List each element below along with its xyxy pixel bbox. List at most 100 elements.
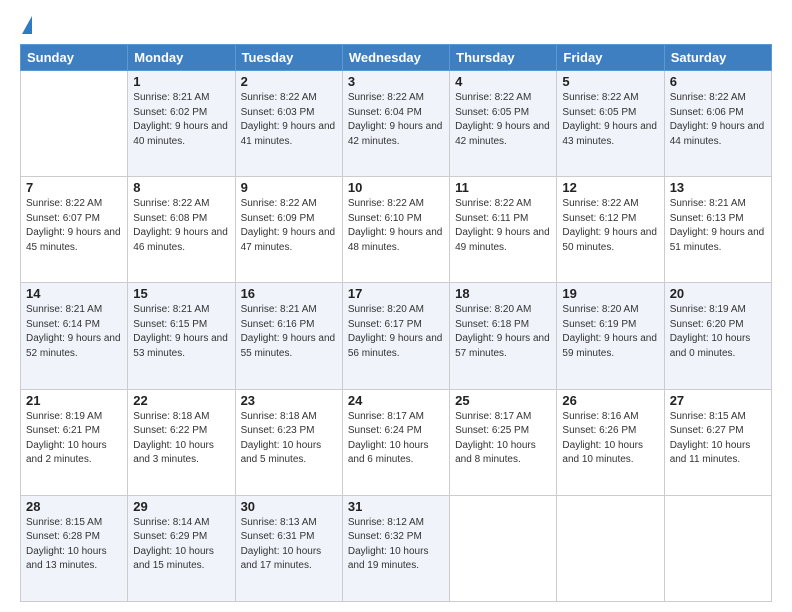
calendar-day-cell: 26 Sunrise: 8:16 AMSunset: 6:26 PMDayligh…	[557, 389, 664, 495]
calendar-day-cell: 25Sunrise: 8:17 AMSunset: 6:25 PMDayligh…	[450, 389, 557, 495]
calendar-day-cell: 1Sunrise: 8:21 AMSunset: 6:02 PMDaylight…	[128, 71, 235, 177]
calendar-day-cell: 6 Sunrise: 8:22 AMSunset: 6:06 PMDaylight…	[664, 71, 771, 177]
day-number: 19	[562, 286, 658, 301]
day-info: Sunrise: 8:13 AMSunset: 6:31 PMDaylight:…	[241, 516, 337, 574]
day-info: Sunrise: 8:21 AMSunset: 6:15 PMDaylight:…	[133, 303, 229, 361]
sunset-label: Sunset: 6:21 PM	[26, 425, 100, 436]
calendar-day-cell: 4 Sunrise: 8:22 AMSunset: 6:05 PMDaylight…	[450, 71, 557, 177]
sunrise-label: Sunrise: 8:20 AM	[455, 304, 531, 315]
sunset-label: Sunset: 6:19 PM	[562, 319, 636, 330]
calendar-day-cell: 12 Sunrise: 8:22 AMSunset: 6:12 PMDayligh…	[557, 177, 664, 283]
day-info: Sunrise: 8:22 AMSunset: 6:11 PMDaylight:…	[455, 197, 551, 255]
day-number: 16	[241, 286, 337, 301]
sunset-label: Sunset: 6:06 PM	[670, 107, 744, 118]
sunset-label: Sunset: 6:16 PM	[241, 319, 315, 330]
sunset-label: Sunset: 6:24 PM	[348, 425, 422, 436]
day-number: 4	[455, 74, 551, 89]
sunset-label: Sunset: 6:15 PM	[133, 319, 207, 330]
sunset-label: Sunset: 6:27 PM	[670, 425, 744, 436]
weekday-header-row: SundayMondayTuesdayWednesdayThursdayFrid…	[21, 45, 772, 71]
sunset-label: Sunset: 6:07 PM	[26, 213, 100, 224]
sunset-label: Sunset: 6:11 PM	[455, 213, 528, 224]
day-info: Sunrise: 8:21 AMSunset: 6:16 PMDaylight:…	[241, 303, 337, 361]
sunrise-label: Sunrise: 8:13 AM	[241, 517, 317, 528]
day-info: Sunrise: 8:22 AMSunset: 6:03 PMDaylight:…	[241, 91, 337, 149]
calendar-day-cell	[557, 495, 664, 601]
calendar-day-cell: 27Sunrise: 8:15 AMSunset: 6:27 PMDayligh…	[664, 389, 771, 495]
calendar-day-cell: 24Sunrise: 8:17 AMSunset: 6:24 PMDayligh…	[342, 389, 449, 495]
day-info: Sunrise: 8:22 AMSunset: 6:04 PMDaylight:…	[348, 91, 444, 149]
day-number: 12	[562, 180, 658, 195]
logo-triangle-icon	[22, 16, 32, 34]
daylight-label: Daylight: 9 hours and 47 minutes.	[241, 227, 336, 253]
sunrise-label: Sunrise: 8:22 AM	[348, 198, 424, 209]
sunrise-label: Sunrise: 8:21 AM	[241, 304, 317, 315]
day-number: 7	[26, 180, 122, 195]
day-number: 15	[133, 286, 229, 301]
day-number: 21	[26, 393, 122, 408]
day-info: Sunrise: 8:16 AMSunset: 6:26 PMDaylight:…	[562, 410, 658, 468]
day-info: Sunrise: 8:17 AMSunset: 6:24 PMDaylight:…	[348, 410, 444, 468]
daylight-label: Daylight: 9 hours and 59 minutes.	[562, 333, 657, 359]
daylight-label: Daylight: 9 hours and 49 minutes.	[455, 227, 550, 253]
day-number: 20	[670, 286, 766, 301]
daylight-label: Daylight: 10 hours and 6 minutes.	[348, 440, 429, 466]
sunset-label: Sunset: 6:31 PM	[241, 531, 315, 542]
calendar-day-cell: 15 Sunrise: 8:21 AMSunset: 6:15 PMDayligh…	[128, 283, 235, 389]
day-info: Sunrise: 8:22 AMSunset: 6:05 PMDaylight:…	[562, 91, 658, 149]
sunset-label: Sunset: 6:29 PM	[133, 531, 207, 542]
day-info: Sunrise: 8:22 AMSunset: 6:06 PMDaylight:…	[670, 91, 766, 149]
sunrise-label: Sunrise: 8:17 AM	[455, 411, 531, 422]
sunrise-label: Sunrise: 8:15 AM	[670, 411, 746, 422]
day-info: Sunrise: 8:22 AMSunset: 6:08 PMDaylight:…	[133, 197, 229, 255]
calendar-table: SundayMondayTuesdayWednesdayThursdayFrid…	[20, 44, 772, 602]
sunrise-label: Sunrise: 8:18 AM	[133, 411, 209, 422]
daylight-label: Daylight: 9 hours and 42 minutes.	[455, 121, 550, 147]
calendar-day-cell: 7Sunrise: 8:22 AMSunset: 6:07 PMDaylight…	[21, 177, 128, 283]
calendar-day-cell: 30Sunrise: 8:13 AMSunset: 6:31 PMDayligh…	[235, 495, 342, 601]
day-info: Sunrise: 8:22 AMSunset: 6:10 PMDaylight:…	[348, 197, 444, 255]
calendar-day-cell: 9Sunrise: 8:22 AMSunset: 6:09 PMDaylight…	[235, 177, 342, 283]
page: SundayMondayTuesdayWednesdayThursdayFrid…	[0, 0, 792, 612]
calendar-week-row: 1Sunrise: 8:21 AMSunset: 6:02 PMDaylight…	[21, 71, 772, 177]
calendar-week-row: 7 Sunrise: 8:22 AM Sunset: 6:07 PM Daylight…	[21, 177, 772, 283]
weekday-header-cell: Thursday	[450, 45, 557, 71]
daylight-label: Daylight: 10 hours and 5 minutes.	[241, 440, 322, 466]
sunset-label: Sunset: 6:28 PM	[26, 531, 100, 542]
calendar-day-cell: 29Sunrise: 8:14 AMSunset: 6:29 PMDayligh…	[128, 495, 235, 601]
calendar-day-cell	[664, 495, 771, 601]
day-info: Sunrise: 8:22 AMSunset: 6:12 PMDaylight:…	[562, 197, 658, 255]
day-number: 11	[455, 180, 551, 195]
day-info: Sunrise: 8:18 AMSunset: 6:22 PMDaylight:…	[133, 410, 229, 468]
daylight-label: Daylight: 10 hours and 3 minutes.	[133, 440, 214, 466]
day-info: Sunrise: 8:22 AMSunset: 6:05 PMDaylight:…	[455, 91, 551, 149]
sunset-label: Sunset: 6:05 PM	[562, 107, 636, 118]
calendar-week-row: 21 Sunrise: 8:19 AMSunset: 6:21 PMDayligh…	[21, 389, 772, 495]
calendar-day-cell: 16Sunrise: 8:21 AMSunset: 6:16 PMDayligh…	[235, 283, 342, 389]
daylight-label: Daylight: 10 hours and 10 minutes.	[562, 440, 643, 466]
day-number: 6	[670, 74, 766, 89]
day-info: Sunrise: 8:19 AMSunset: 6:21 PMDaylight:…	[26, 410, 122, 468]
daylight-label: Daylight: 10 hours and 2 minutes.	[26, 440, 107, 466]
calendar-body: 1Sunrise: 8:21 AMSunset: 6:02 PMDaylight…	[21, 71, 772, 602]
header	[20, 16, 772, 36]
day-info: Sunrise: 8:19 AMSunset: 6:20 PMDaylight:…	[670, 303, 766, 361]
sunrise-label: Sunrise: 8:22 AM	[26, 198, 102, 209]
sunset-label: Sunset: 6:05 PM	[455, 107, 529, 118]
calendar-day-cell: 21 Sunrise: 8:19 AMSunset: 6:21 PMDayligh…	[21, 389, 128, 495]
sunrise-label: Sunrise: 8:18 AM	[241, 411, 317, 422]
daylight-label: Daylight: 10 hours and 11 minutes.	[670, 440, 751, 466]
daylight-label: Daylight: 10 hours and 19 minutes.	[348, 546, 429, 572]
calendar-day-cell: 23Sunrise: 8:18 AMSunset: 6:23 PMDayligh…	[235, 389, 342, 495]
sunset-label: Sunset: 6:02 PM	[133, 107, 207, 118]
sunset-label: Sunset: 6:18 PM	[455, 319, 529, 330]
daylight-label: Daylight: 10 hours and 0 minutes.	[670, 333, 751, 359]
day-number: 26	[562, 393, 658, 408]
day-info: Sunrise: 8:20 AMSunset: 6:18 PMDaylight:…	[455, 303, 551, 361]
daylight-label: Daylight: 9 hours and 56 minutes.	[348, 333, 443, 359]
calendar-day-cell: 18Sunrise: 8:20 AMSunset: 6:18 PMDayligh…	[450, 283, 557, 389]
calendar-day-cell	[21, 71, 128, 177]
day-info: Sunrise: 8:20 AMSunset: 6:17 PMDaylight:…	[348, 303, 444, 361]
day-number: 31	[348, 499, 444, 514]
sunset-label: Sunset: 6:17 PM	[348, 319, 422, 330]
